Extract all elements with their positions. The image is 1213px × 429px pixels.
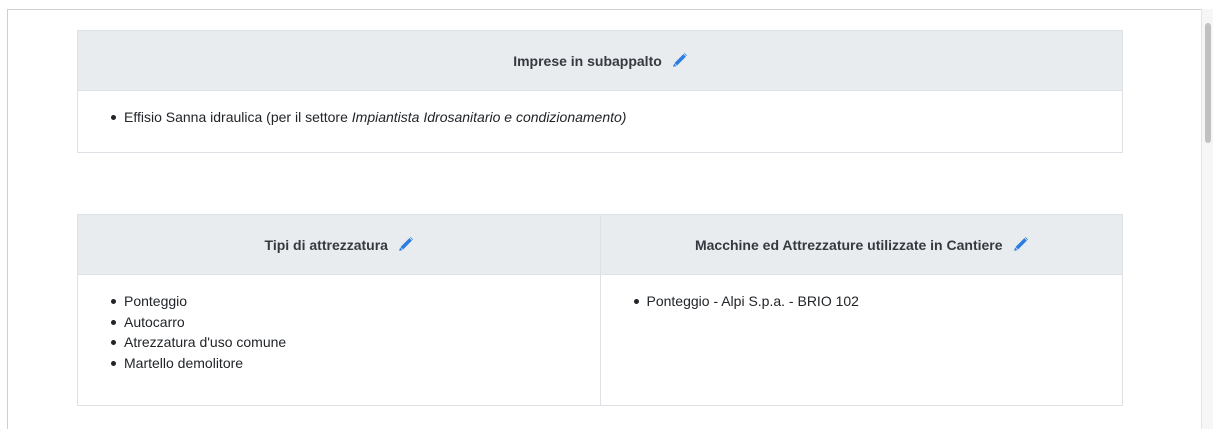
list-item: Martello demolitore [110, 353, 600, 374]
subcontractors-card-body: Effisio Sanna idraulica (per il settore … [78, 91, 1122, 128]
list-item: Autocarro [110, 312, 600, 333]
equipment-types-body: Ponteggio Autocarro Atrezzatura d'uso co… [78, 275, 600, 373]
machines-title: Macchine ed Attrezzature utilizzate in C… [694, 236, 1003, 253]
equipment-types-column: Tipi di attrezzatura Ponteggio Autocarro… [78, 215, 600, 405]
equipment-columns: Tipi di attrezzatura Ponteggio Autocarro… [78, 215, 1122, 405]
subcontractors-card-header: Imprese in subappalto [78, 31, 1122, 91]
pencil-icon[interactable] [398, 237, 413, 252]
scrollbar-thumb[interactable] [1205, 23, 1211, 143]
pencil-icon[interactable] [1013, 237, 1028, 252]
list-item: Atrezzatura d'uso comune [110, 332, 600, 353]
machines-list: Ponteggio - Alpi S.p.a. - BRIO 102 [601, 291, 1123, 312]
list-item: Ponteggio [110, 291, 600, 312]
subcontractor-name: Effisio Sanna idraulica [124, 109, 263, 125]
equipment-card: Tipi di attrezzatura Ponteggio Autocarro… [77, 214, 1123, 406]
list-item: Ponteggio - Alpi S.p.a. - BRIO 102 [633, 291, 1123, 312]
subcontractor-sector: Impiantista Idrosanitario e condizioname… [351, 109, 627, 125]
subcontractor-sector-prefix: (per il settore [262, 109, 352, 125]
machines-column: Macchine ed Attrezzature utilizzate in C… [599, 215, 1123, 405]
equipment-types-title: Tipi di attrezzatura [264, 236, 388, 253]
pencil-icon[interactable] [672, 53, 687, 68]
list-item: Effisio Sanna idraulica (per il settore … [110, 107, 1122, 128]
equipment-types-list: Ponteggio Autocarro Atrezzatura d'uso co… [78, 291, 600, 373]
subcontractors-title: Imprese in subappalto [513, 52, 662, 69]
equipment-types-header: Tipi di attrezzatura [78, 215, 600, 275]
vertical-scrollbar[interactable] [1201, 9, 1213, 429]
subcontractors-card: Imprese in subappalto Effisio Sanna idra… [77, 30, 1123, 153]
machines-body: Ponteggio - Alpi S.p.a. - BRIO 102 [601, 275, 1123, 312]
subcontractors-list: Effisio Sanna idraulica (per il settore … [78, 107, 1122, 128]
machines-header: Macchine ed Attrezzature utilizzate in C… [600, 215, 1122, 275]
